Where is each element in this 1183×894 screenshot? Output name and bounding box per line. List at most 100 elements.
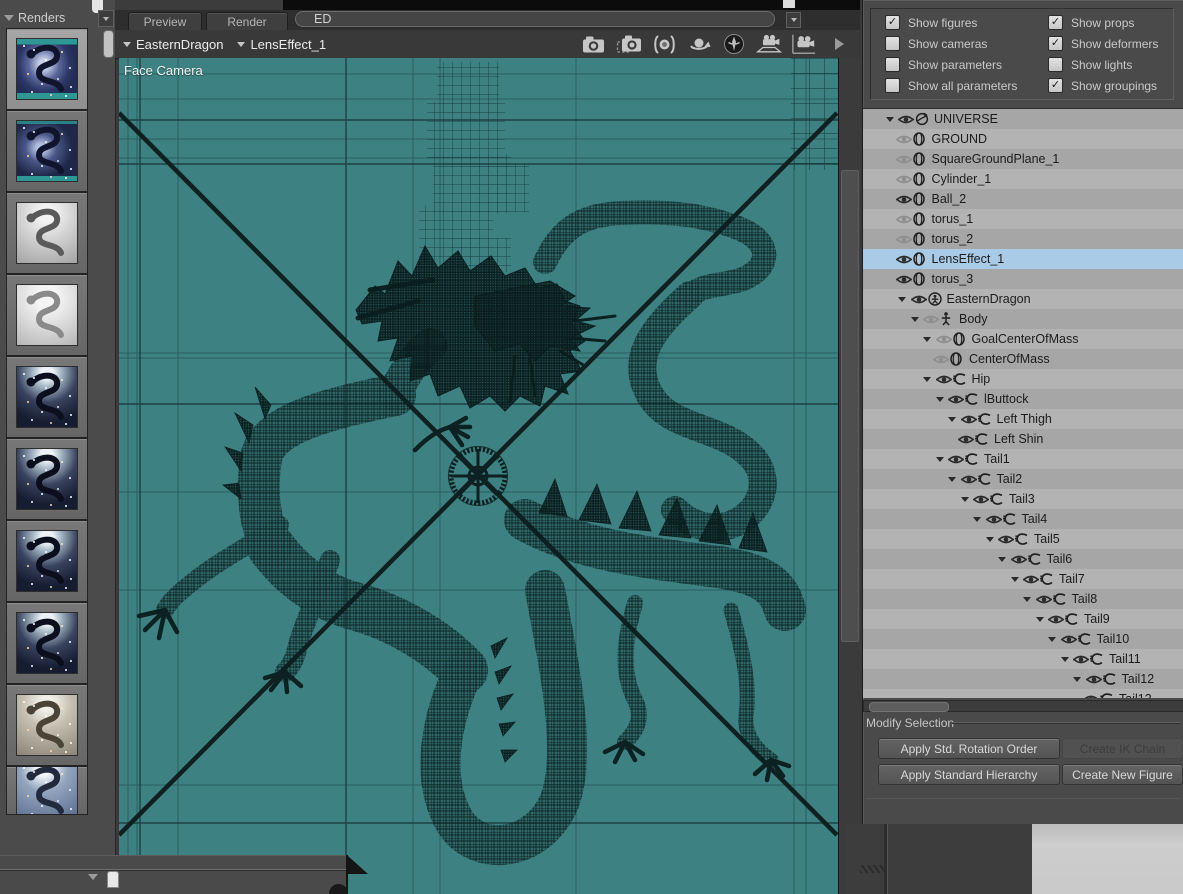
tree-row-goalcenterofmass[interactable]: GoalCenterOfMass <box>863 329 1183 349</box>
render-thumbnail-8[interactable] <box>6 602 88 684</box>
eye-icon[interactable] <box>958 434 975 445</box>
expander-icon[interactable] <box>1008 577 1021 582</box>
eye-icon[interactable] <box>896 154 913 165</box>
eye-icon[interactable] <box>923 314 940 325</box>
dolly-camera-icon[interactable] <box>756 33 782 55</box>
checkbox[interactable]: ✓ <box>885 57 900 72</box>
eye-icon[interactable] <box>936 374 953 385</box>
expander-icon[interactable] <box>933 457 946 462</box>
camera-menu-lenseffect_1[interactable]: LensEffect_1 <box>237 37 326 52</box>
tree-row-tail3[interactable]: Tail3 <box>863 489 1183 509</box>
render-thumbnail-1[interactable] <box>6 28 88 110</box>
expander-icon[interactable] <box>946 477 959 482</box>
eye-icon[interactable] <box>998 534 1015 545</box>
tree-row-ball_2[interactable]: Ball_2 <box>863 189 1183 209</box>
tree-row-centerofmass[interactable]: CenterOfMass <box>863 349 1183 369</box>
eye-icon[interactable] <box>1023 574 1040 585</box>
expand-right-icon[interactable] <box>826 33 852 55</box>
tree-row-lenseffect_1[interactable]: LensEffect_1 <box>863 249 1183 269</box>
tree-row-torus_2[interactable]: torus_2 <box>863 229 1183 249</box>
eye-icon[interactable] <box>896 234 913 245</box>
tree-row-easterndragon[interactable]: EasternDragon <box>863 289 1183 309</box>
checkbox[interactable]: ✓ <box>885 78 900 93</box>
trackball-icon[interactable] <box>721 33 747 55</box>
tree-row-tail7[interactable]: Tail7 <box>863 569 1183 589</box>
expander-icon[interactable] <box>1058 657 1071 662</box>
resize-grip[interactable] <box>860 865 886 873</box>
palette-scrollbar-thumb[interactable] <box>103 30 114 58</box>
hierarchy-hscrollbar-thumb[interactable] <box>869 702 949 712</box>
tab-preview[interactable]: Preview <box>128 12 202 31</box>
eye-icon[interactable] <box>936 334 953 345</box>
viewport-scrollbar-thumb[interactable] <box>841 170 859 642</box>
camera-menu-easterndragon[interactable]: EasternDragon <box>123 37 223 52</box>
expander-icon[interactable] <box>996 557 1009 562</box>
palette-menu-button[interactable] <box>98 10 114 27</box>
render-thumbnail-2[interactable] <box>6 110 88 192</box>
scroll-down-icon[interactable] <box>88 874 98 880</box>
render-thumbnail-5[interactable] <box>6 356 88 438</box>
eye-icon[interactable] <box>896 174 913 185</box>
eye-icon[interactable] <box>961 414 978 425</box>
expander-icon[interactable] <box>958 497 971 502</box>
checkbox[interactable]: ✓ <box>885 15 900 30</box>
tree-row-lbuttock[interactable]: lButtock <box>863 389 1183 409</box>
hierarchy-tree[interactable]: UNIVERSE GROUND SquareGroundPlane_1 Cyli… <box>863 108 1183 698</box>
render-thumbnail-3[interactable] <box>6 192 88 274</box>
render-thumbnail-7[interactable] <box>6 520 88 602</box>
tree-row-tail5[interactable]: Tail5 <box>863 529 1183 549</box>
eye-icon[interactable] <box>1011 554 1028 565</box>
document-menu-button[interactable] <box>786 12 801 28</box>
eye-icon[interactable] <box>896 274 913 285</box>
eye-icon[interactable] <box>1073 654 1090 665</box>
expander-icon[interactable] <box>983 537 996 542</box>
tree-row-left-shin[interactable]: Left Shin <box>863 429 1183 449</box>
animating-camera-icon[interactable] <box>616 33 642 55</box>
tree-row-tail10[interactable]: Tail10 <box>863 629 1183 649</box>
aperture-icon[interactable] <box>651 33 677 55</box>
tree-row-squaregroundplane_1[interactable]: SquareGroundPlane_1 <box>863 149 1183 169</box>
eye-icon[interactable] <box>1036 594 1053 605</box>
tree-row-tail13[interactable]: Tail13 <box>863 689 1183 698</box>
eye-icon[interactable] <box>896 194 913 205</box>
render-thumbnail-6[interactable] <box>6 438 88 520</box>
bottom-left-handle[interactable] <box>107 871 119 888</box>
preview-viewport[interactable]: Face Camera <box>119 58 838 894</box>
checkbox[interactable]: ✓ <box>1048 36 1063 51</box>
tree-row-torus_3[interactable]: torus_3 <box>863 269 1183 289</box>
eye-icon[interactable] <box>1083 694 1100 699</box>
checkbox[interactable]: ✓ <box>885 36 900 51</box>
render-thumbnail-4[interactable] <box>6 274 88 356</box>
eye-icon[interactable] <box>911 294 928 305</box>
eye-icon[interactable] <box>898 114 915 125</box>
camera-dots-icon[interactable] <box>791 33 817 55</box>
tree-row-left-thigh[interactable]: Left Thigh <box>863 409 1183 429</box>
eye-icon[interactable] <box>1048 614 1065 625</box>
eye-icon[interactable] <box>1061 634 1078 645</box>
render-thumbnail-10[interactable] <box>6 766 88 815</box>
tree-row-universe[interactable]: UNIVERSE <box>863 109 1183 129</box>
expander-icon[interactable] <box>908 317 921 322</box>
expander-icon[interactable] <box>946 417 959 422</box>
tab-render[interactable]: Render <box>206 12 288 31</box>
tree-row-tail11[interactable]: Tail11 <box>863 649 1183 669</box>
apply-standard-hierarchy-button[interactable]: Apply Standard Hierarchy <box>878 764 1060 785</box>
eye-icon[interactable] <box>948 394 965 405</box>
tree-row-tail2[interactable]: Tail2 <box>863 469 1183 489</box>
tree-row-body[interactable]: Body <box>863 309 1183 329</box>
eye-icon[interactable] <box>933 354 950 365</box>
expander-icon[interactable] <box>921 377 934 382</box>
checkbox[interactable]: ✓ <box>1048 78 1063 93</box>
tree-row-tail8[interactable]: Tail8 <box>863 589 1183 609</box>
expander-icon[interactable] <box>1071 677 1084 682</box>
expander-icon[interactable] <box>921 337 934 342</box>
apply-std-rotation-order-button[interactable]: Apply Std. Rotation Order <box>878 738 1060 759</box>
expander-icon[interactable] <box>971 517 984 522</box>
expander-icon[interactable] <box>1046 637 1059 642</box>
eye-icon[interactable] <box>896 134 913 145</box>
expander-icon[interactable] <box>883 117 896 122</box>
tree-row-torus_1[interactable]: torus_1 <box>863 209 1183 229</box>
eye-icon[interactable] <box>1086 674 1103 685</box>
expander-icon[interactable] <box>933 397 946 402</box>
checkbox[interactable]: ✓ <box>1048 57 1063 72</box>
